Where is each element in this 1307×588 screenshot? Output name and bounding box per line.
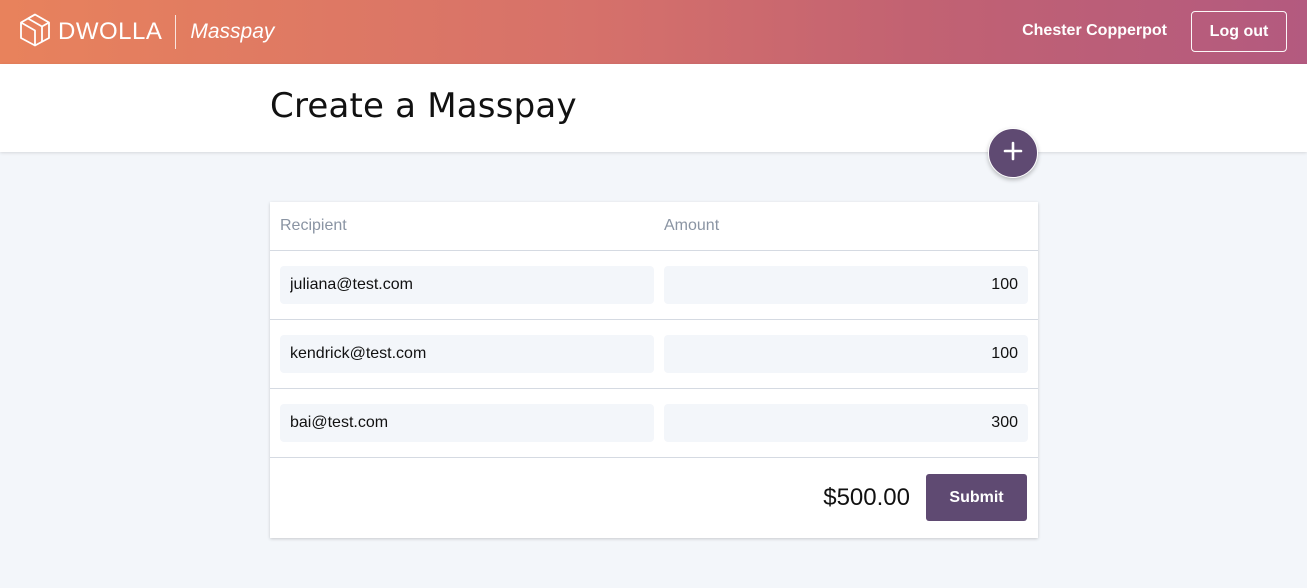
- total-amount: $500.00: [823, 484, 910, 511]
- page-title-band: Create a Masspay: [0, 64, 1307, 152]
- logout-button[interactable]: Log out: [1191, 11, 1287, 52]
- table-footer: $500.00 Submit: [270, 458, 1038, 537]
- table-row: [270, 389, 1038, 458]
- recipient-input[interactable]: [280, 335, 654, 373]
- brand-divider: [175, 15, 177, 49]
- amount-input[interactable]: [664, 335, 1028, 373]
- dwolla-logo-icon: [19, 13, 51, 52]
- column-header-amount: Amount: [664, 217, 720, 234]
- table-row: [270, 251, 1038, 320]
- column-header-recipient: Recipient: [280, 217, 347, 234]
- add-recipient-button[interactable]: [988, 128, 1038, 178]
- top-navigation-bar: DWOLLA Masspay Chester Copperpot Log out: [0, 0, 1307, 64]
- table-row: [270, 320, 1038, 389]
- amount-input[interactable]: [664, 404, 1028, 442]
- recipient-input[interactable]: [280, 266, 654, 304]
- plus-icon: [1003, 141, 1023, 166]
- masspay-table-card: Recipient Amount $500.00 Submit: [270, 202, 1038, 538]
- recipient-input[interactable]: [280, 404, 654, 442]
- user-name: Chester Copperpot: [1022, 22, 1167, 39]
- product-name: Masspay: [190, 20, 275, 43]
- amount-input[interactable]: [664, 266, 1028, 304]
- brand-name: DWOLLA: [58, 18, 163, 45]
- brand[interactable]: DWOLLA Masspay: [19, 13, 275, 52]
- page-title: Create a Masspay: [270, 86, 577, 126]
- submit-button[interactable]: Submit: [926, 474, 1027, 521]
- table-header: Recipient Amount: [270, 202, 1038, 251]
